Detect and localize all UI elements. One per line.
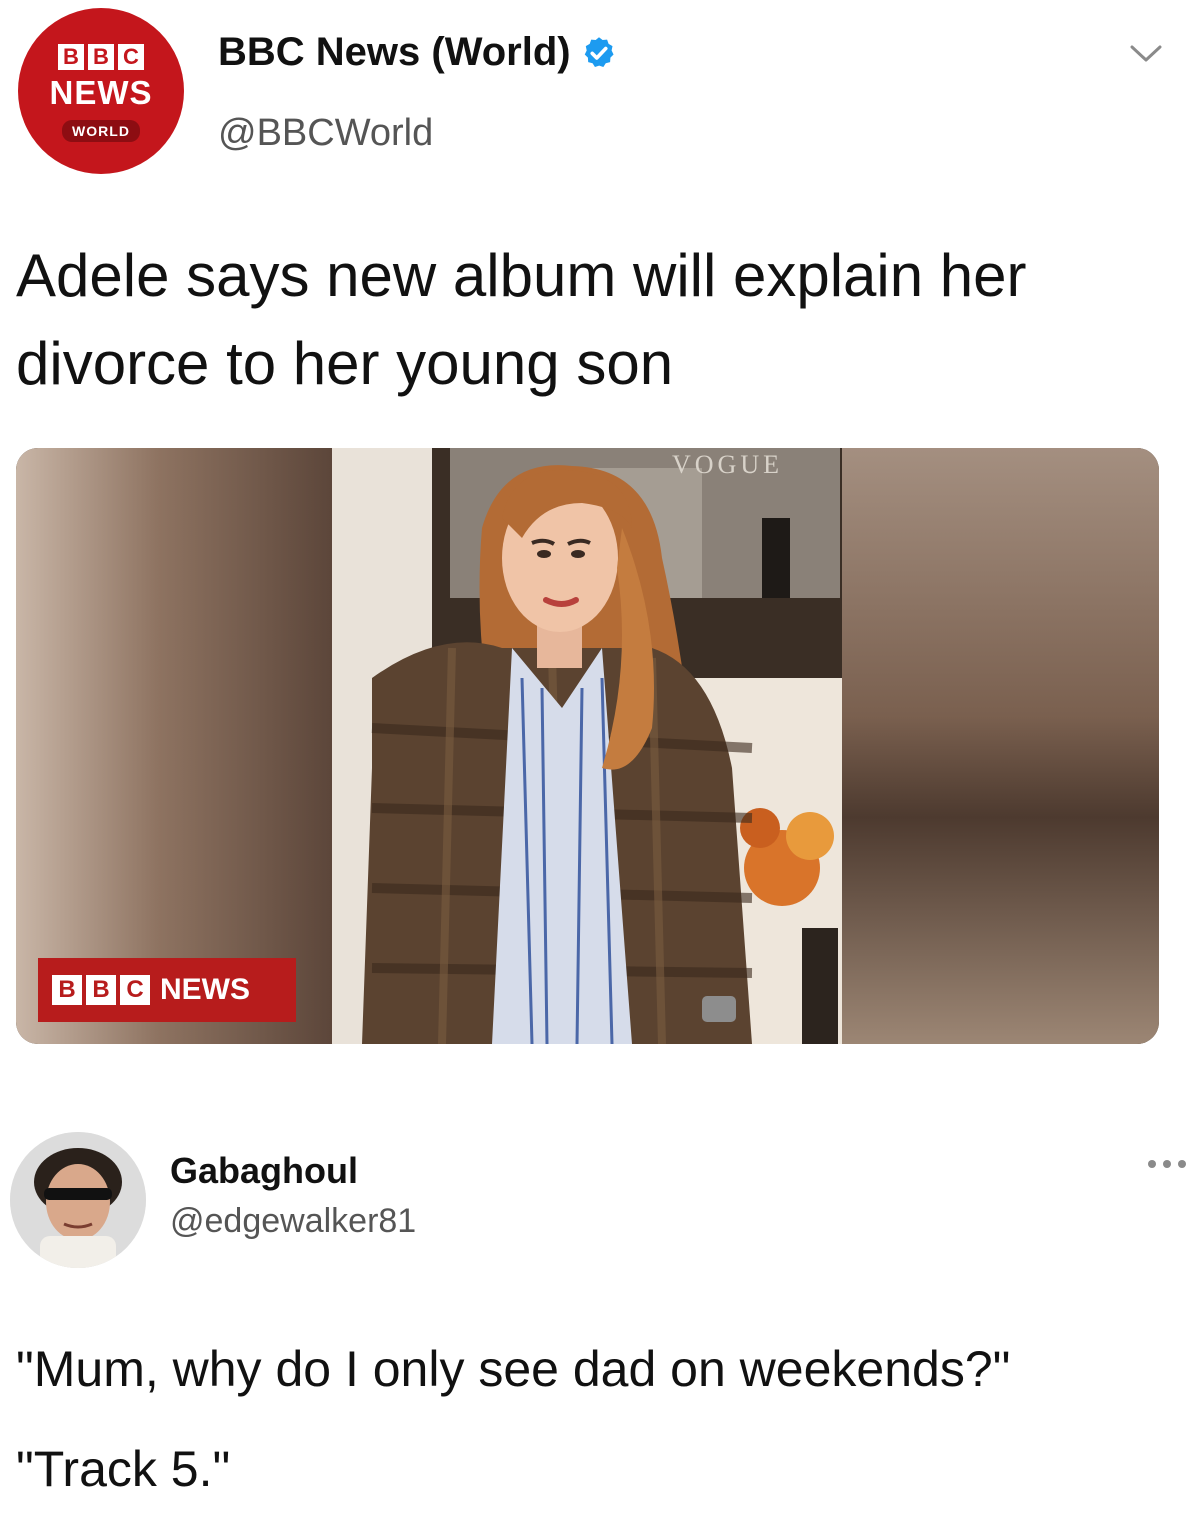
bbc-logo-letter: B [88,44,114,70]
portrait-illustration [332,448,842,1044]
reply-text-line: "Mum, why do I only see dad on weekends?… [16,1341,1011,1397]
verified-badge-icon [584,36,614,67]
magazine-masthead: VOGUE [672,450,783,479]
author-name[interactable]: BBC News (World) [218,30,617,75]
author-handle[interactable]: @BBCWorld [218,112,433,155]
bbc-logo-news: NEWS [49,74,153,111]
magazine-cover-photo: VOGUE [332,448,842,1044]
bbc-logo-world: WORLD [62,120,140,142]
bbc-logo-blocks: B B C [58,44,144,70]
reply-display-name[interactable]: Gabaghoul [170,1150,358,1192]
tweet-media[interactable]: VOGUE B B C NEWS [16,448,1159,1044]
bbc-news-overlay: B B C NEWS [38,958,296,1022]
bbc-logo-letter: C [118,44,144,70]
bbc-logo-letter: B [58,44,84,70]
more-horizontal-icon[interactable] [1146,1158,1188,1170]
overlay-logo-letter: B [86,975,116,1005]
reply-avatar-photo [10,1132,146,1268]
media-blur-left [16,448,332,1044]
overlay-logo-letter: B [52,975,82,1005]
reply-text-line: "Track 5." [16,1441,231,1497]
media-blur-right [842,448,1159,1044]
chevron-down-icon[interactable] [1128,42,1164,66]
tweet-text: Adele says new album will explain her di… [16,242,1027,397]
reply-handle[interactable]: @edgewalker81 [170,1202,416,1241]
reply-avatar[interactable] [10,1132,146,1268]
bbc-news-avatar[interactable]: B B C NEWS WORLD [18,8,184,174]
author-display-name[interactable]: BBC News (World) [218,30,571,75]
overlay-logo-letter: C [120,975,150,1005]
overlay-logo-word: NEWS [160,973,250,1006]
